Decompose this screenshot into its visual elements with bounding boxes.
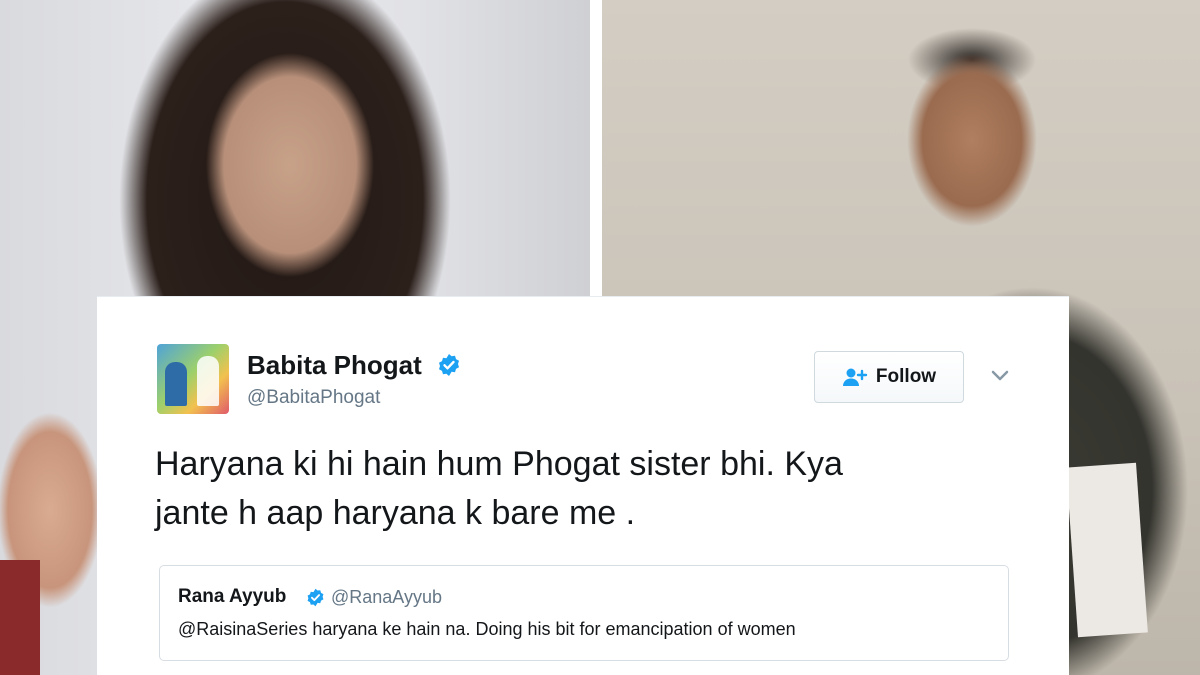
photo-shirt — [0, 560, 40, 675]
photo-paper — [1066, 462, 1148, 638]
follow-button[interactable]: Follow — [814, 351, 964, 403]
verified-badge-icon — [307, 588, 324, 607]
quoted-tweet-text: @RaisinaSeries haryana ke hain na. Doing… — [178, 619, 796, 639]
add-person-icon — [842, 368, 868, 386]
author-avatar[interactable] — [157, 344, 229, 414]
tweet-card: Babita Phogat @BabitaPhogat Follow Harya… — [97, 296, 1069, 675]
author-name[interactable]: Babita Phogat — [247, 350, 422, 381]
verified-badge-icon — [439, 354, 459, 376]
avatar-figure — [165, 362, 187, 406]
follow-label: Follow — [875, 366, 937, 387]
chevron-down-icon[interactable] — [990, 369, 1010, 383]
quoted-tweet[interactable]: Rana Ayyub @RanaAyyub @RaisinaSeries har… — [159, 565, 1009, 661]
tweet-text: Haryana ki hi hain hum Phogat sister bhi… — [155, 445, 843, 532]
quoted-author-name: Rana Ayyub — [178, 586, 287, 607]
quoted-author-handle: @RanaAyyub — [331, 587, 443, 607]
avatar-figure — [197, 356, 219, 406]
author-handle[interactable]: @BabitaPhogat — [247, 387, 380, 409]
